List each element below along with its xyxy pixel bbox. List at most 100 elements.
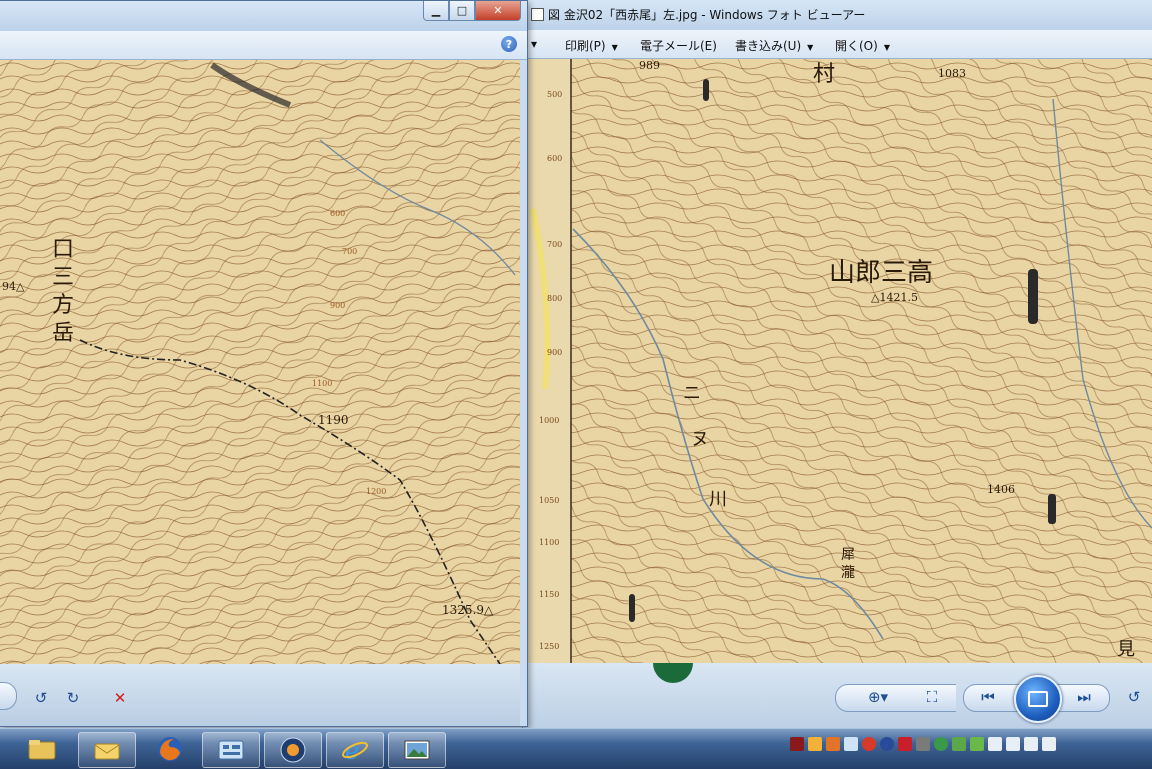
photo-viewport[interactable]: 500 600 700 800 900 1000 1050 1100 1150 … <box>523 59 1152 663</box>
menu-print[interactable]: 印刷(P) ▼ <box>565 37 618 54</box>
system-tray <box>790 737 1056 751</box>
map-label-mountain: 三 <box>52 265 74 290</box>
map-label-peak-name: 山郎三高 <box>829 258 933 288</box>
tray-app-icon[interactable] <box>844 737 858 751</box>
tray-app-icon[interactable] <box>916 737 930 751</box>
map-label-elevation: 989 <box>639 59 660 72</box>
rotate-counterclockwise-button[interactable]: ↺ <box>30 686 52 710</box>
menu-print-label: 印刷(P) <box>565 39 606 53</box>
topographic-map-image: 500 600 700 800 900 1000 1050 1100 1150 … <box>523 59 1152 663</box>
previous-icon: ⏮ <box>981 688 995 706</box>
help-icon: ? <box>505 37 513 51</box>
map-label-river: ヌ <box>691 429 709 450</box>
scale-tick-label: 600 <box>547 154 562 163</box>
chevron-down-icon: ▼ <box>883 43 890 52</box>
next-button[interactable]: ⏭ <box>1071 685 1097 709</box>
photo-viewer-icon <box>404 740 430 760</box>
chevron-down-icon: ▼ <box>807 43 814 52</box>
actual-size-button[interactable]: ⛶ <box>919 685 945 709</box>
scale-tick-label: 900 <box>547 348 562 357</box>
map-label-elevation: 1406 <box>987 483 1015 496</box>
taskbar-control-panel[interactable] <box>202 732 260 768</box>
left-photo-viewport[interactable]: 口 三 方 岳 94△ 1190 1325.9△ 600 700 900 110… <box>0 60 520 664</box>
maximize-button[interactable]: □ <box>449 1 475 21</box>
rotate-right-icon: ↻ <box>66 689 80 707</box>
map-label-elevation: 1190 <box>318 413 349 427</box>
menu-burn-label: 書き込み(U) <box>735 39 802 53</box>
tray-app-icon[interactable] <box>826 737 840 751</box>
previous-button[interactable]: ⏮ <box>975 685 1001 709</box>
delete-button[interactable]: ✕ <box>108 686 132 710</box>
chevron-down-icon: ▼ <box>611 43 618 52</box>
slideshow-button[interactable] <box>1014 675 1062 723</box>
zoom-button[interactable]: ⊕▾ <box>861 685 895 709</box>
taskbar-photo-viewer[interactable] <box>388 732 446 768</box>
menu-email-label: 電子メール(E) <box>640 39 717 53</box>
taskbar-explorer[interactable] <box>14 732 70 766</box>
map-label-mountain: 方 <box>52 293 74 318</box>
photo-viewer-titlebar[interactable]: 図 金沢02「西赤尾」左.jpg - Windows フォト ビューアー <box>523 0 1152 30</box>
scale-tick-label: 1100 <box>539 538 559 547</box>
tray-app-icon[interactable] <box>790 737 804 751</box>
rotate-counterclockwise-button[interactable]: ↺ <box>1121 685 1147 709</box>
tray-app-icon[interactable] <box>880 737 894 751</box>
outlook-icon <box>94 743 120 760</box>
cliff-mark <box>703 79 709 101</box>
map-label-edge: 見 <box>1117 639 1135 660</box>
rotate-left-icon: ↺ <box>1127 688 1141 706</box>
map-label-falls: 瀧 <box>841 565 855 581</box>
map-label-elevation: 94△ <box>2 280 25 293</box>
left-window-titlebar[interactable]: ▁ □ ✕ <box>0 1 527 31</box>
map-label-falls: 犀 <box>841 547 855 563</box>
chevron-down-icon: ▾ <box>531 37 538 51</box>
zoom-control-group[interactable] <box>0 682 17 710</box>
tray-app-icon[interactable] <box>862 737 876 751</box>
map-label-river: ニ <box>683 383 701 404</box>
window-title-text: 図 金沢02「西赤尾」左.jpg - Windows フォト ビューアー <box>548 8 866 22</box>
rotate-clockwise-button[interactable]: ↻ <box>62 686 84 710</box>
taskbar-outlook[interactable] <box>78 732 136 768</box>
taskbar-firefox[interactable] <box>142 732 198 766</box>
menu-open[interactable]: 開く(O) ▼ <box>835 37 890 54</box>
taskbar: e <box>0 728 1152 769</box>
tray-app-icon[interactable] <box>934 737 948 751</box>
contour-label: 1200 <box>366 487 386 496</box>
file-icon <box>531 8 544 21</box>
menu-prev-arrow[interactable]: ▾ <box>531 37 537 51</box>
tray-app-icon[interactable] <box>970 737 984 751</box>
minimize-icon: ▁ <box>431 4 441 17</box>
scale-tick-label: 1250 <box>539 642 559 651</box>
menu-email[interactable]: 電子メール(E) <box>640 37 717 54</box>
contour-label: 900 <box>330 301 345 310</box>
menu-burn[interactable]: 書き込み(U) ▼ <box>735 37 813 54</box>
taskbar-media[interactable] <box>264 732 322 768</box>
contour-label: 600 <box>330 209 345 218</box>
windows-explorer-icon <box>28 740 56 760</box>
map-label-peak-elevation: △1421.5 <box>871 291 918 304</box>
map-label-village: 村 <box>813 62 835 87</box>
cliff-mark <box>1028 269 1038 324</box>
pdf-tray-icon[interactable] <box>898 737 912 751</box>
tray-app-icon[interactable] <box>1024 737 1038 751</box>
network-icon[interactable] <box>952 737 966 751</box>
topographic-map-image: 口 三 方 岳 94△ 1190 1325.9△ 600 700 900 110… <box>0 60 520 664</box>
close-icon: ✕ <box>493 4 503 17</box>
next-icon: ⏭ <box>1077 688 1091 706</box>
photo-viewer-menubar: ▾ 印刷(P) ▼ 電子メール(E) 書き込み(U) ▼ 開く(O) ▼ <box>523 30 1152 59</box>
menu-open-label: 開く(O) <box>835 39 878 53</box>
close-button[interactable]: ✕ <box>475 1 521 21</box>
left-window-menubar: ? <box>0 31 527 60</box>
control-panel-icon <box>218 740 244 760</box>
help-button[interactable]: ? <box>501 36 517 52</box>
minimize-button[interactable]: ▁ <box>423 1 449 21</box>
volume-icon[interactable] <box>1006 737 1020 751</box>
scale-tick-label: 1050 <box>539 496 559 505</box>
scale-tick-label: 700 <box>547 240 562 249</box>
caption-buttons: ▁ □ ✕ <box>423 1 521 21</box>
flag-icon[interactable] <box>988 737 1002 751</box>
contour-label: 700 <box>342 247 357 256</box>
tray-app-icon[interactable] <box>808 737 822 751</box>
scale-tick-label: 1000 <box>539 416 559 425</box>
tray-app-icon[interactable] <box>1042 737 1056 751</box>
taskbar-internet-explorer[interactable]: e <box>326 732 384 768</box>
